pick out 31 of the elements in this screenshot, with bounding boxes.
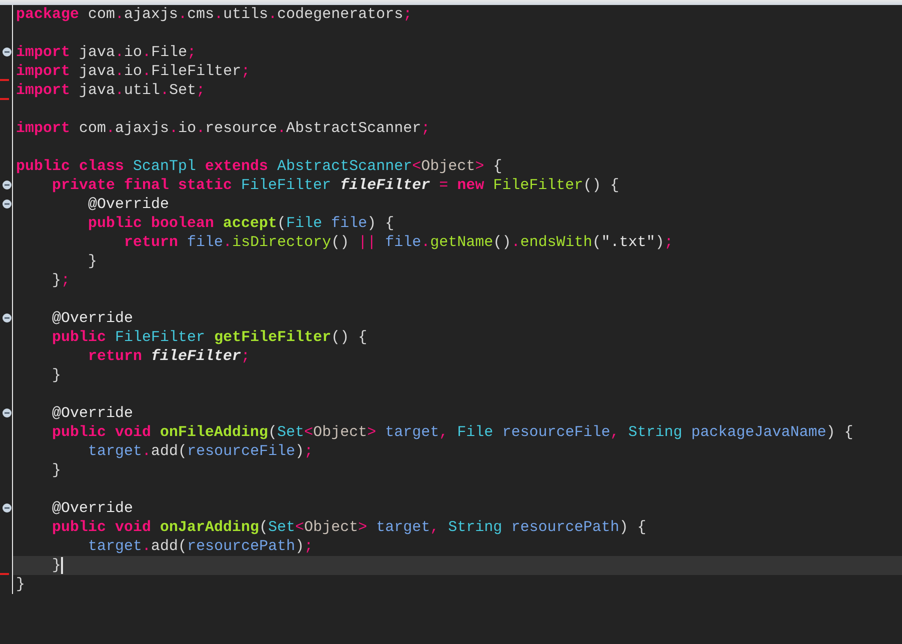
code-line: private final static FileFilter fileFilter = new FileFilter() {	[51, 176, 620, 195]
code-line: }	[16, 575, 26, 594]
code-line: @Override	[51, 499, 134, 518]
code-line: package com.ajaxjs.cms.utils.codegenerators;	[16, 5, 412, 24]
code-line: target.add(resourcePath);	[87, 537, 314, 556]
code-line: }	[51, 461, 62, 480]
code-line: import java.io.FileFilter;	[16, 62, 250, 81]
code-line: }	[87, 252, 98, 271]
code-line: import com.ajaxjs.io.resource.AbstractScanner;	[16, 119, 430, 138]
code-line: import java.util.Set;	[16, 81, 206, 100]
code-line: @Override	[87, 195, 170, 214]
code-line: public class ScanTpl extends AbstractScanner<Object> {	[16, 157, 502, 176]
fold-collapse-icon[interactable]	[2, 313, 12, 323]
fold-collapse-icon[interactable]	[2, 47, 12, 57]
fold-collapse-icon[interactable]	[2, 180, 12, 190]
code-line: @Override	[51, 309, 134, 328]
code-line: public FileFilter getFileFilter() {	[51, 328, 368, 347]
code-line: return file.isDirectory() || file.getName().endsWith(".txt");	[123, 233, 674, 252]
fold-collapse-icon[interactable]	[2, 408, 12, 418]
code-line: target.add(resourceFile);	[87, 442, 314, 461]
fold-collapse-icon[interactable]	[2, 503, 12, 513]
fold-collapse-icon[interactable]	[2, 199, 12, 209]
code-line: }	[51, 366, 62, 385]
code-line: public boolean accept(File file) {	[87, 214, 394, 233]
code-line: return fileFilter;	[87, 347, 250, 366]
code-line: };	[51, 271, 70, 290]
code-line: public void onJarAdding(Set<Object> target, String resourcePath) {	[51, 518, 646, 537]
code-line: public void onFileAdding(Set<Object> target, File resourceFile, String packageJavaName) {	[51, 423, 854, 442]
code-line: }	[51, 556, 62, 575]
code-line: @Override	[51, 404, 134, 423]
code-line: import java.io.File;	[16, 43, 196, 62]
